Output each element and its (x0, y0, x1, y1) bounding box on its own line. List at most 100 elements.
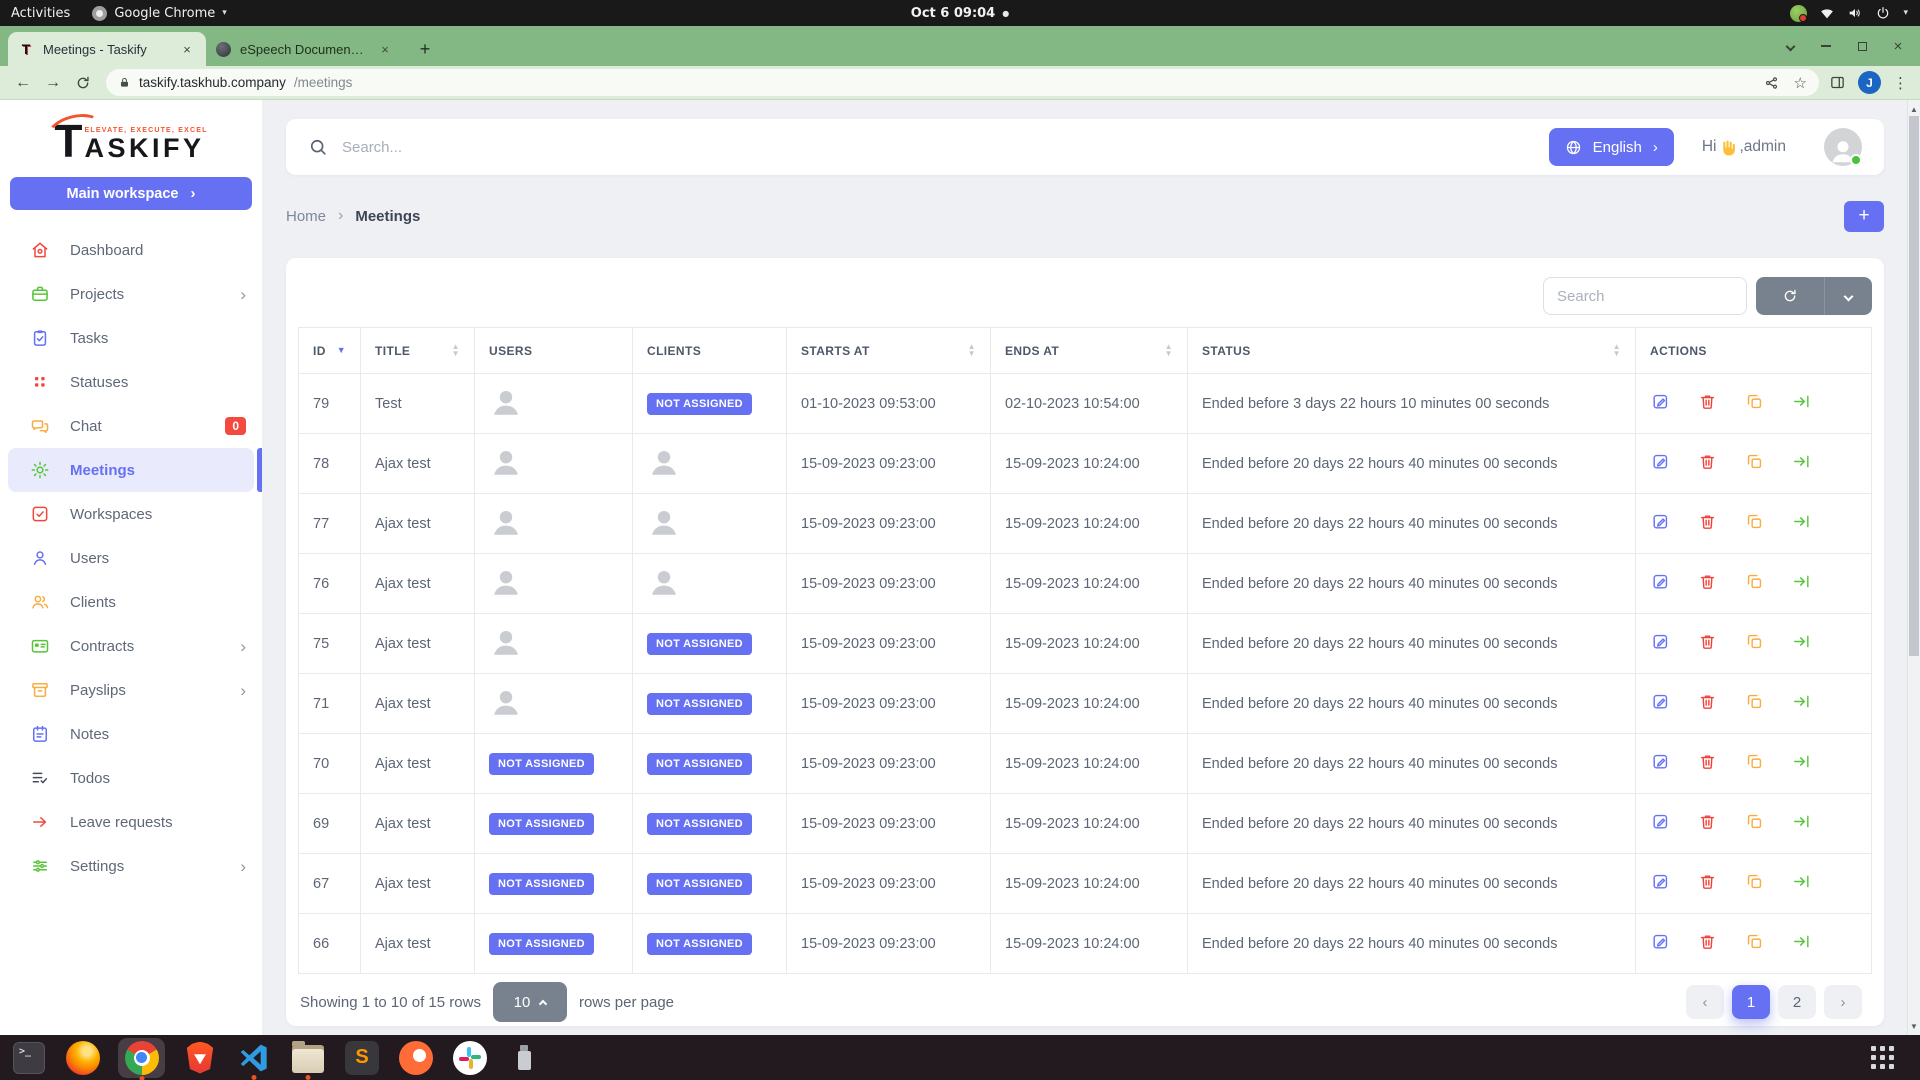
duplicate-button[interactable] (1744, 752, 1764, 772)
postman-app-icon[interactable] (397, 1039, 435, 1077)
sidebar-item-contracts[interactable]: Contracts› (0, 624, 262, 668)
tab-close-button[interactable]: × (178, 40, 196, 58)
slack-app-icon[interactable] (451, 1039, 489, 1077)
column-header-title[interactable]: TITLE▲▼ (361, 328, 475, 374)
duplicate-button[interactable] (1744, 572, 1764, 592)
duplicate-button[interactable] (1744, 872, 1764, 892)
forward-button[interactable]: → (40, 70, 66, 96)
edit-button[interactable] (1650, 512, 1670, 532)
edit-button[interactable] (1650, 752, 1670, 772)
go-button[interactable] (1791, 512, 1811, 532)
go-button[interactable] (1791, 632, 1811, 652)
sidebar-item-dashboard[interactable]: Dashboard (0, 228, 262, 272)
chrome-app-icon[interactable] (118, 1038, 165, 1078)
go-button[interactable] (1791, 932, 1811, 952)
sidebar-item-payslips[interactable]: Payslips› (0, 668, 262, 712)
sidebar-item-notes[interactable]: Notes (0, 712, 262, 756)
scroll-down-icon[interactable]: ▼ (1908, 1019, 1920, 1033)
minimize-button[interactable] (1818, 38, 1834, 54)
sidebar-item-settings[interactable]: Settings› (0, 844, 262, 888)
column-header-id[interactable]: ID▼ (299, 328, 361, 374)
column-header-users[interactable]: USERS (475, 328, 633, 374)
usb-app-icon[interactable] (505, 1039, 543, 1077)
sidebar-item-workspaces[interactable]: Workspaces (0, 492, 262, 536)
delete-button[interactable] (1697, 812, 1717, 832)
global-search-input[interactable] (342, 139, 1535, 156)
share-icon[interactable] (1764, 75, 1780, 91)
page-button-2[interactable]: 2 (1778, 985, 1816, 1019)
browser-tab-espeech-documentation[interactable]: eSpeech Documentation× (206, 32, 404, 66)
sidebar-item-chat[interactable]: Chat0 (0, 404, 262, 448)
delete-button[interactable] (1697, 572, 1717, 592)
sidebar-item-clients[interactable]: Clients (0, 580, 262, 624)
profile-avatar[interactable]: J (1858, 71, 1881, 94)
go-button[interactable] (1791, 572, 1811, 592)
sidebar-item-users[interactable]: Users (0, 536, 262, 580)
duplicate-button[interactable] (1744, 812, 1764, 832)
go-button[interactable] (1791, 752, 1811, 772)
reload-button[interactable] (70, 70, 96, 96)
edit-button[interactable] (1650, 692, 1670, 712)
firefox-app-icon[interactable] (64, 1039, 102, 1077)
column-header-clients[interactable]: CLIENTS (633, 328, 787, 374)
duplicate-button[interactable] (1744, 512, 1764, 532)
back-button[interactable]: ← (10, 70, 36, 96)
browser-menu-icon[interactable]: ⋮ (1893, 74, 1908, 92)
go-button[interactable] (1791, 812, 1811, 832)
scrollbar-thumb[interactable] (1909, 116, 1919, 656)
language-button[interactable]: English › (1549, 128, 1674, 166)
tab-search-icon[interactable] (1782, 38, 1798, 54)
go-button[interactable] (1791, 872, 1811, 892)
delete-button[interactable] (1697, 392, 1717, 412)
files-app-icon[interactable] (289, 1039, 327, 1077)
breadcrumb-home[interactable]: Home (286, 208, 326, 225)
page-button-1[interactable]: 1 (1732, 985, 1770, 1019)
duplicate-button[interactable] (1744, 392, 1764, 412)
bookmark-star-icon[interactable]: ☆ (1794, 74, 1807, 92)
user-avatar[interactable] (1812, 128, 1862, 166)
delete-button[interactable] (1697, 512, 1717, 532)
sidebar-item-projects[interactable]: Projects› (0, 272, 262, 316)
column-header-starts-at[interactable]: STARTS AT▲▼ (787, 328, 991, 374)
sublime-app-icon[interactable]: S (343, 1039, 381, 1077)
sidebar-item-todos[interactable]: Todos (0, 756, 262, 800)
go-button[interactable] (1791, 452, 1811, 472)
go-button[interactable] (1791, 392, 1811, 412)
main-workspace-button[interactable]: Main workspace › (10, 177, 252, 210)
vscode-app-icon[interactable] (235, 1039, 273, 1077)
previous-page-button[interactable]: ‹ (1686, 985, 1724, 1019)
duplicate-button[interactable] (1744, 692, 1764, 712)
delete-button[interactable] (1697, 692, 1717, 712)
delete-button[interactable] (1697, 932, 1717, 952)
delete-button[interactable] (1697, 872, 1717, 892)
duplicate-button[interactable] (1744, 632, 1764, 652)
browser-tab-meetings-taskify[interactable]: TMeetings - Taskify× (8, 32, 206, 66)
edit-button[interactable] (1650, 872, 1670, 892)
app-grid-icon[interactable] (1871, 1046, 1894, 1069)
column-header-actions[interactable]: ACTIONS (1636, 328, 1872, 374)
delete-button[interactable] (1697, 752, 1717, 772)
page-scrollbar[interactable]: ▲ ▼ (1907, 100, 1920, 1035)
brave-app-icon[interactable] (181, 1039, 219, 1077)
duplicate-button[interactable] (1744, 932, 1764, 952)
column-header-ends-at[interactable]: ENDS AT▲▼ (991, 328, 1188, 374)
edit-button[interactable] (1650, 812, 1670, 832)
restore-button[interactable] (1854, 38, 1870, 54)
edit-button[interactable] (1650, 572, 1670, 592)
edit-button[interactable] (1650, 452, 1670, 472)
delete-button[interactable] (1697, 452, 1717, 472)
system-tray[interactable]: ▾ (1790, 5, 1920, 22)
columns-dropdown-button[interactable] (1824, 277, 1872, 315)
next-page-button[interactable]: › (1824, 985, 1862, 1019)
edit-button[interactable] (1650, 932, 1670, 952)
edit-button[interactable] (1650, 392, 1670, 412)
close-window-button[interactable]: × (1890, 38, 1906, 54)
refresh-button[interactable] (1756, 277, 1824, 315)
address-bar[interactable]: taskify.taskhub.company/meetings ☆ (106, 69, 1819, 96)
column-header-status[interactable]: STATUS▲▼ (1188, 328, 1636, 374)
go-button[interactable] (1791, 692, 1811, 712)
app-menu-button[interactable]: Google Chrome ▾ (81, 0, 238, 26)
duplicate-button[interactable] (1744, 452, 1764, 472)
page-size-button[interactable]: 10 (493, 982, 567, 1022)
clock-button[interactable]: Oct 6 09:04 ● (911, 6, 1009, 21)
